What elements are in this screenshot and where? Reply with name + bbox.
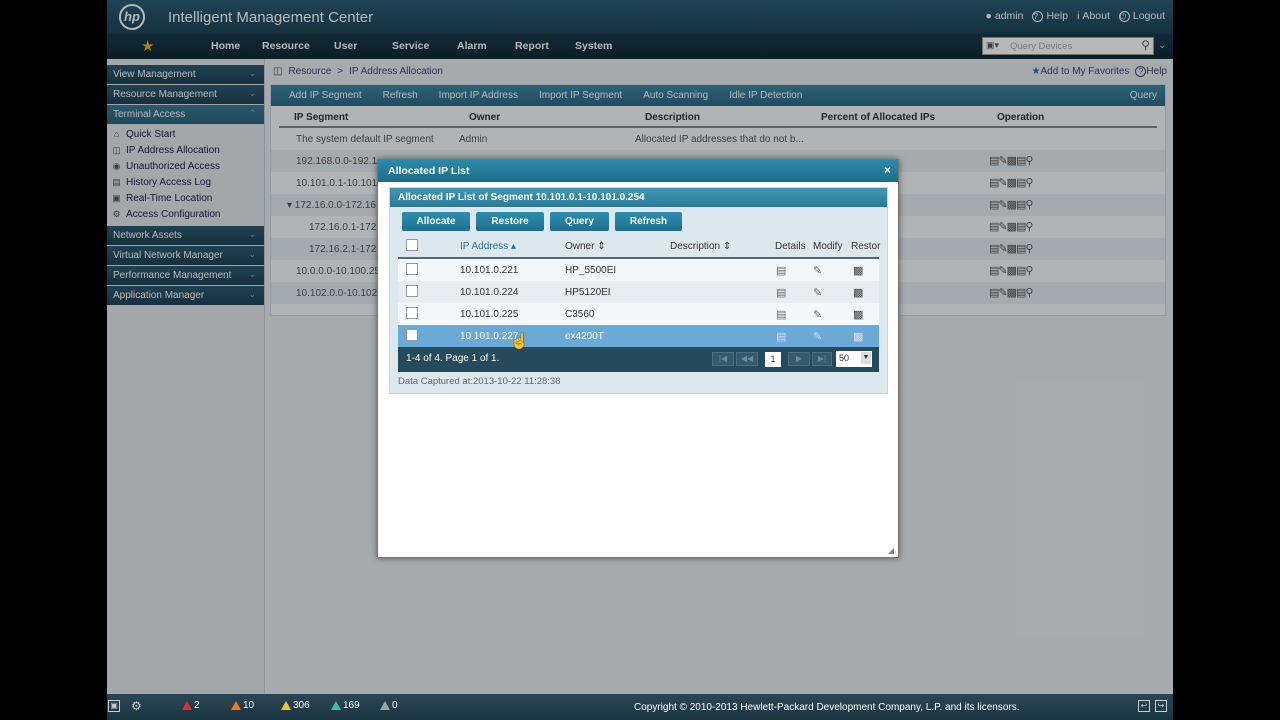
refresh-button[interactable]: Refresh	[615, 212, 682, 231]
row-checkbox-cell	[398, 262, 420, 278]
major-alarm-icon	[231, 701, 241, 710]
pagination-summary: 1-4 of 4. Page 1 of 1.	[406, 353, 500, 364]
dialog-title: Allocated IP List	[388, 165, 470, 177]
ip-table-header: IP Address ▴ Owner ⇕ Description ⇕ Detai…	[398, 236, 881, 259]
mouse-cursor-icon: ☝	[510, 333, 529, 350]
col-ip-label: IP Address	[460, 241, 509, 252]
row-checkbox-cell	[398, 306, 420, 322]
panel-body: Allocate Restore Query Refresh IP Addres…	[390, 207, 887, 393]
row-checkbox[interactable]	[406, 284, 418, 297]
exit-icon[interactable]: ↪	[1155, 700, 1167, 712]
alarm-minor[interactable]: 306	[281, 700, 310, 711]
col-owner[interactable]: Owner ⇕	[565, 241, 606, 252]
page-size-select[interactable]: 50 ▼	[836, 351, 872, 367]
status-bar: ▣ ⚙ 2 10 306 169 0 Copyright © 2010-2013…	[107, 694, 1173, 720]
data-captured-text: Data Captured at:2013-10-22 11:28:38	[398, 376, 561, 387]
restore-button[interactable]: Restore	[476, 212, 544, 231]
allocated-ip-list-dialog: Allocated IP List × Allocated IP List of…	[377, 159, 899, 558]
sort-icon: ⇕	[597, 241, 606, 252]
trash-icon[interactable]: ▩	[853, 264, 863, 277]
sort-asc-icon: ▴	[510, 241, 516, 252]
alarm-count: 169	[343, 700, 360, 711]
alarm-info[interactable]: 0	[380, 700, 398, 711]
close-icon[interactable]: ×	[884, 163, 891, 177]
restore-window-icon[interactable]: ↩	[1138, 700, 1150, 712]
col-description-label: Description	[670, 241, 721, 252]
query-button[interactable]: Query	[550, 212, 609, 231]
alarm-major[interactable]: 10	[231, 700, 254, 711]
critical-alarm-icon	[182, 701, 192, 710]
cell-owner: ex4200T	[565, 330, 604, 342]
edit-icon[interactable]: ✎	[813, 330, 822, 343]
cell-ip: 10.101.0.225	[460, 308, 519, 320]
ip-row[interactable]: 10.101.0.224 HP5120EI ▤ ✎ ▩	[398, 281, 879, 303]
alarm-critical[interactable]: 2	[182, 700, 200, 711]
row-checkbox[interactable]	[406, 328, 418, 341]
alarm-warning[interactable]: 169	[331, 700, 360, 711]
resize-grip-icon[interactable]: ◢	[888, 546, 894, 555]
settings-icon[interactable]: ⚙	[131, 699, 142, 713]
edit-icon[interactable]: ✎	[813, 286, 822, 299]
cell-owner: HP5120EI	[565, 286, 611, 298]
details-icon[interactable]: ▤	[776, 330, 786, 343]
col-owner-label: Owner	[565, 241, 595, 252]
first-page-icon[interactable]: |◀	[712, 352, 734, 366]
col-ip-address[interactable]: IP Address ▴	[460, 241, 516, 252]
edit-icon[interactable]: ✎	[813, 264, 822, 277]
current-page-input[interactable]: 1	[765, 352, 781, 367]
row-checkbox[interactable]	[406, 262, 418, 275]
alarm-count: 306	[293, 700, 310, 711]
details-icon[interactable]: ▤	[776, 286, 786, 299]
ip-row[interactable]: 10.101.0.221 HP_5500EI ▤ ✎ ▩	[398, 259, 879, 281]
cell-owner: C3560	[565, 308, 595, 320]
next-page-icon[interactable]: ▶	[788, 352, 810, 366]
row-checkbox[interactable]	[406, 306, 418, 319]
page-size-value: 50	[839, 353, 850, 363]
ip-row[interactable]: 10.101.0.225 C3560 ▤ ✎ ▩	[398, 303, 879, 325]
copyright-text: Copyright © 2010-2013 Hewlett-Packard De…	[634, 702, 1020, 713]
chevron-down-icon: ▼	[861, 352, 871, 364]
pagination-bar: 1-4 of 4. Page 1 of 1. |◀ ◀◀ 1 ▶ ▶| 50 ▼	[398, 347, 879, 372]
alarm-count: 0	[392, 700, 398, 711]
col-modify: Modify	[813, 241, 843, 252]
trash-icon[interactable]: ▩	[853, 308, 863, 321]
window-icon[interactable]: ▣	[108, 700, 120, 712]
dialog-titlebar[interactable]: Allocated IP List ×	[378, 160, 898, 182]
info-alarm-icon	[380, 701, 390, 710]
col-description[interactable]: Description ⇕	[670, 241, 731, 252]
cell-owner: HP_5500EI	[565, 264, 617, 276]
select-all-cell	[398, 239, 420, 254]
edit-icon[interactable]: ✎	[813, 308, 822, 321]
select-all-checkbox[interactable]	[406, 239, 418, 251]
cell-ip: 10.101.0.224	[460, 286, 519, 298]
col-restore: Restore	[851, 241, 881, 252]
ip-row-selected[interactable]: 10.101.0.227 ex4200T ▤ ✎ ▩	[398, 325, 879, 347]
sort-icon: ⇕	[722, 241, 732, 252]
allocate-button[interactable]: Allocate	[402, 212, 470, 231]
minor-alarm-icon	[281, 701, 291, 710]
warning-alarm-icon	[331, 701, 341, 710]
trash-icon[interactable]: ▩	[853, 330, 863, 343]
alarm-count: 2	[194, 700, 200, 711]
row-checkbox-cell	[398, 328, 420, 344]
alarm-count: 10	[243, 700, 255, 711]
details-icon[interactable]: ▤	[776, 264, 786, 277]
trash-icon[interactable]: ▩	[853, 286, 863, 299]
prev-page-icon[interactable]: ◀◀	[736, 352, 758, 366]
panel-title: Allocated IP List of Segment 10.101.0.1-…	[390, 188, 887, 207]
row-checkbox-cell	[398, 284, 420, 300]
allocated-ip-panel: Allocated IP List of Segment 10.101.0.1-…	[389, 187, 888, 394]
cell-ip: 10.101.0.221	[460, 264, 519, 276]
last-page-icon[interactable]: ▶|	[812, 352, 832, 366]
details-icon[interactable]: ▤	[776, 308, 786, 321]
col-details: Details	[775, 241, 806, 252]
dialog-buttons: Allocate Restore Query Refresh	[402, 212, 879, 231]
